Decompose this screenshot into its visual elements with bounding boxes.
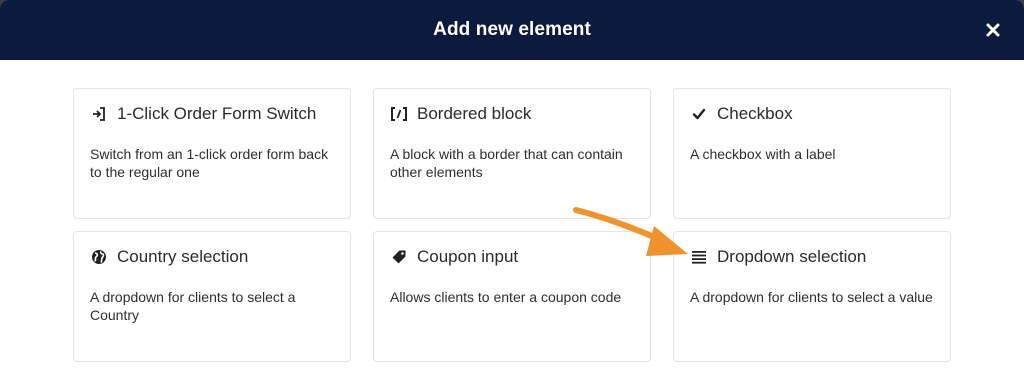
card-header: Coupon input	[390, 247, 640, 267]
element-card-checkbox[interactable]: Checkbox A checkbox with a label	[673, 88, 951, 219]
sign-in-icon	[90, 105, 108, 123]
card-description: A block with a border that can contain o…	[390, 146, 623, 180]
card-header: Checkbox	[690, 104, 940, 124]
modal-body: 1-Click Order Form Switch Switch from an…	[0, 60, 1024, 373]
card-title: 1-Click Order Form Switch	[117, 104, 317, 123]
modal-header: Add new element	[0, 0, 1024, 60]
element-card-dropdown-selection[interactable]: Dropdown selection A dropdown for client…	[673, 231, 951, 362]
globe-icon	[90, 248, 108, 266]
close-button[interactable]	[982, 19, 1004, 41]
card-title: Country selection	[117, 247, 249, 266]
card-description: A checkbox with a label	[690, 146, 836, 162]
card-title: Bordered block	[417, 104, 532, 123]
add-element-modal: Add new element 1-Click Order Form Switc…	[0, 0, 1024, 373]
card-title: Coupon input	[417, 247, 519, 266]
element-card-country-selection[interactable]: Country selection A dropdown for clients…	[73, 231, 351, 362]
card-header: Bordered block	[390, 104, 640, 124]
card-header: Country selection	[90, 247, 340, 267]
card-description: Allows clients to enter a coupon code	[390, 289, 622, 305]
check-icon	[690, 105, 708, 123]
card-header: Dropdown selection	[690, 247, 940, 267]
card-title: Dropdown selection	[717, 247, 867, 266]
element-card-coupon-input[interactable]: Coupon input Allows clients to enter a c…	[373, 231, 651, 362]
card-title: Checkbox	[717, 104, 793, 123]
modal-title: Add new element	[433, 19, 591, 40]
close-icon	[986, 23, 1000, 37]
element-card-1-click-order-form-switch[interactable]: 1-Click Order Form Switch Switch from an…	[73, 88, 351, 219]
card-description: A dropdown for clients to select a value	[690, 289, 933, 305]
element-card-bordered-block[interactable]: Bordered block A block with a border tha…	[373, 88, 651, 219]
card-description: A dropdown for clients to select a Count…	[90, 289, 296, 323]
list-icon	[690, 248, 708, 266]
tag-icon	[390, 248, 408, 266]
card-header: 1-Click Order Form Switch	[90, 104, 340, 124]
card-description: Switch from an 1-click order form back t…	[90, 146, 329, 180]
brackets-icon	[390, 105, 408, 123]
